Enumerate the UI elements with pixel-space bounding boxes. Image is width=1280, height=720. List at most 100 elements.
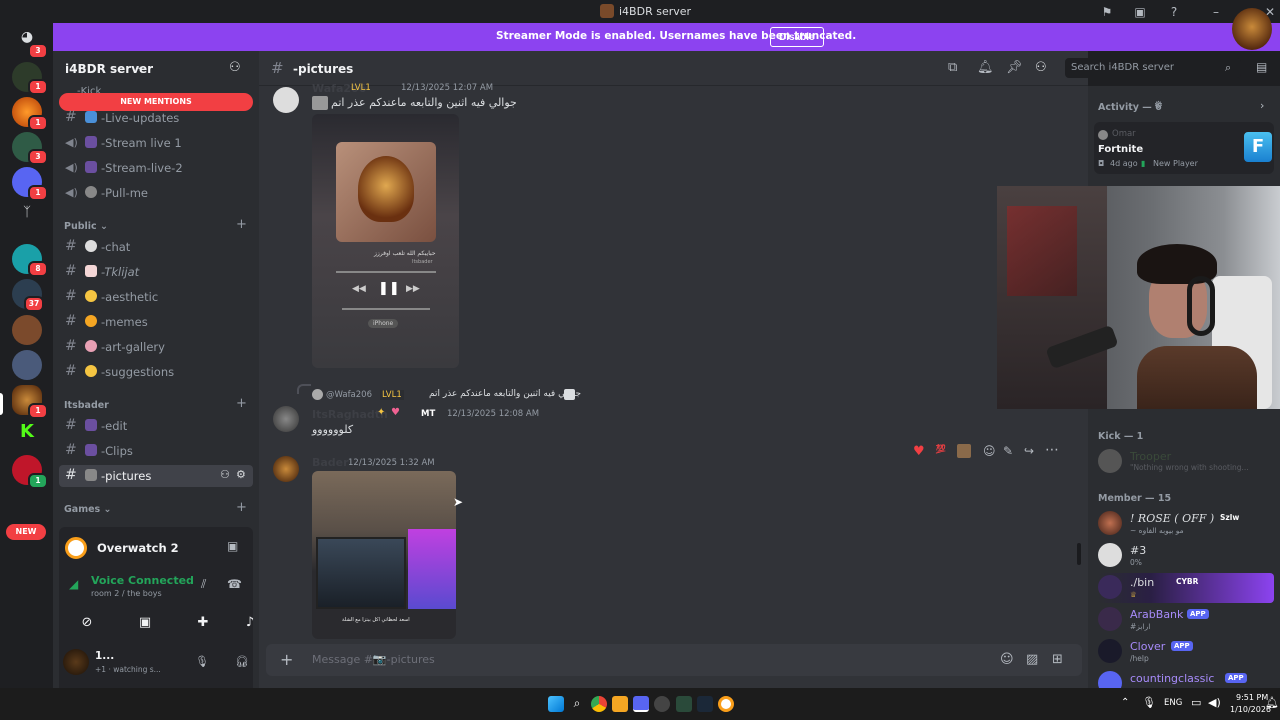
- inbox-icon[interactable]: ⚑: [1100, 5, 1114, 19]
- microphone-icon[interactable]: 🎙︎: [1142, 696, 1156, 709]
- forward-icon[interactable]: ↪: [1024, 444, 1034, 458]
- message-input[interactable]: Message #📷-pictures: [312, 653, 435, 666]
- add-attachment-icon[interactable]: +: [280, 650, 293, 669]
- member-item[interactable]: ./bin CYBR ♕: [1098, 573, 1274, 603]
- channel-chat[interactable]: # -chat: [59, 236, 253, 258]
- reply-text[interactable]: جوالي فيه اثنين والتابعه ماعندكم عذر اتم: [429, 389, 581, 399]
- add-reaction-icon[interactable]: ☺: [983, 444, 996, 458]
- clock-time[interactable]: 9:51 PM: [1236, 693, 1268, 702]
- camera-off-icon[interactable]: ⊘: [67, 611, 107, 635]
- channel-stream-live-1[interactable]: ◀) -Stream live 1: [59, 132, 253, 154]
- disconnect-icon[interactable]: ☎: [227, 577, 242, 591]
- member-item[interactable]: ArabBank APP #ارابز: [1098, 605, 1278, 635]
- invite-icon[interactable]: ⚇: [220, 468, 230, 481]
- notification-icon[interactable]: 🔔︎: [1265, 696, 1279, 709]
- chevron-up-icon[interactable]: ⌃: [1121, 697, 1129, 708]
- chevron-right-icon[interactable]: ›: [1260, 99, 1264, 112]
- gear-icon[interactable]: ⚙: [1154, 100, 1163, 111]
- image-icon[interactable]: ▨: [1026, 652, 1038, 667]
- screen-share-icon[interactable]: ▣: [227, 539, 238, 553]
- channel-pictures[interactable]: # -pictures ⚇ ⚙: [59, 465, 253, 487]
- server-icon[interactable]: [12, 315, 42, 345]
- channel-suggestions[interactable]: # -suggestions: [59, 361, 253, 383]
- gear-icon[interactable]: ⚙: [236, 468, 246, 481]
- category-itsbader[interactable]: Itsbader: [64, 400, 109, 411]
- channel-live-updates[interactable]: # -Live-updates: [59, 107, 253, 129]
- channel-aesthetic[interactable]: # -aesthetic: [59, 286, 253, 308]
- discord-icon[interactable]: [633, 696, 649, 712]
- new-pill[interactable]: NEW: [6, 524, 46, 540]
- add-channel-icon[interactable]: +: [236, 396, 247, 411]
- volume-icon[interactable]: ◀): [1208, 696, 1221, 709]
- channel-emoji-icon: [85, 136, 97, 148]
- inbox-icon[interactable]: ▤: [1256, 60, 1267, 74]
- disable-button[interactable]: Disable: [770, 27, 824, 47]
- channel-memes[interactable]: # -memes: [59, 311, 253, 333]
- chrome-icon[interactable]: [591, 696, 607, 712]
- message-composer[interactable]: + Message #📷-pictures ☺ ▨ ⊞: [266, 644, 1082, 676]
- member-item[interactable]: ! ROSE ( OFF ) Szlw ~ مو بيوبه الفاوه: [1098, 509, 1278, 539]
- avatar[interactable]: [273, 456, 299, 482]
- server-icon[interactable]: ᛉ: [12, 205, 42, 235]
- member-item[interactable]: #3 0%: [1098, 541, 1278, 571]
- bell-icon[interactable]: 🔔︎: [977, 60, 994, 75]
- voice-room[interactable]: room 2 / the boys: [91, 589, 162, 598]
- activity-card[interactable]: Overwatch 2 ▣: [59, 527, 253, 571]
- username[interactable]: Bader: [312, 456, 349, 469]
- members-icon[interactable]: ⚇: [1035, 60, 1047, 75]
- apps-icon[interactable]: ⊞: [1052, 652, 1063, 667]
- avatar[interactable]: [273, 87, 299, 113]
- scrollbar[interactable]: [1077, 543, 1081, 565]
- edit-icon[interactable]: ✎: [1003, 444, 1013, 458]
- windows-start-icon[interactable]: [548, 696, 564, 712]
- steam-icon[interactable]: [697, 696, 713, 712]
- channel-stream-live-2[interactable]: ◀) -Stream-live-2: [59, 157, 253, 179]
- language-indicator[interactable]: ENG: [1164, 698, 1182, 708]
- screen-share-icon[interactable]: ▣: [125, 611, 165, 635]
- member-item[interactable]: Trooper "Nothing wrong with shooting...: [1098, 447, 1278, 477]
- app-icon[interactable]: [654, 696, 670, 712]
- emoji-reaction-icon[interactable]: [957, 444, 971, 458]
- app-icon[interactable]: [676, 696, 692, 712]
- more-icon[interactable]: ⋯: [1045, 442, 1059, 458]
- activities-icon[interactable]: ✚: [183, 611, 223, 635]
- noise-suppression-icon[interactable]: ⫽: [201, 577, 206, 592]
- channel-pull-me[interactable]: ◀) -Pull-me: [59, 182, 253, 204]
- kick-icon[interactable]: K: [12, 421, 42, 451]
- reply-username[interactable]: @Wafa206: [326, 390, 372, 400]
- add-member-icon[interactable]: ⚇: [229, 60, 241, 75]
- category-public[interactable]: Public ⌄: [64, 221, 108, 232]
- microphone-icon[interactable]: 🎙︎: [195, 655, 209, 668]
- heart-reaction-icon[interactable]: ♥: [913, 444, 925, 459]
- add-channel-icon[interactable]: +: [236, 217, 247, 232]
- avatar[interactable]: [63, 649, 89, 675]
- category-games[interactable]: Games ⌄: [64, 504, 112, 515]
- search-input[interactable]: Search i4BDR server ⌕: [1065, 58, 1241, 78]
- image-attachment[interactable]: حبايبكم الله تلعب اوفرزز Itsbader ◀◀ ❚❚ …: [312, 114, 459, 368]
- add-channel-icon[interactable]: +: [236, 500, 247, 515]
- emoji-icon[interactable]: ☺: [1000, 652, 1014, 667]
- search-icon[interactable]: ⌕: [569, 696, 585, 712]
- monitor-icon[interactable]: ▭: [1191, 696, 1201, 709]
- channel-edit[interactable]: # -edit: [59, 415, 253, 437]
- headphones-icon[interactable]: 🎧︎: [235, 655, 249, 668]
- voice-status[interactable]: Voice Connected: [91, 574, 194, 587]
- avatar[interactable]: [273, 406, 299, 432]
- screen-icon[interactable]: ▣: [1133, 5, 1147, 19]
- activity-item[interactable]: Omar Fortnite ◘ 4d ago ▮ New Player F: [1094, 122, 1274, 174]
- pin-icon[interactable]: 📌︎: [1006, 60, 1023, 75]
- member-item[interactable]: Clover APP /help: [1098, 637, 1278, 667]
- hundred-reaction-icon[interactable]: 💯︎: [935, 445, 946, 455]
- overwatch-icon[interactable]: [718, 696, 734, 712]
- help-icon[interactable]: ?: [1167, 5, 1181, 19]
- app-icon[interactable]: [612, 696, 628, 712]
- minimize-icon[interactable]: –: [1209, 5, 1223, 19]
- server-icon[interactable]: [12, 350, 42, 380]
- image-attachment[interactable]: اسعد لحظاتي اكل بيتزا مع الشلة: [312, 471, 456, 639]
- message-text: كلوووووو: [312, 423, 354, 436]
- channel-clips[interactable]: # -Clips: [59, 440, 253, 462]
- threads-icon[interactable]: ⧉: [948, 60, 957, 75]
- channel-art-gallery[interactable]: # -art-gallery: [59, 336, 253, 358]
- server-header[interactable]: i4BDR server ⌄ ⚇: [53, 51, 259, 86]
- channel-tklijat[interactable]: # -Tklijat: [59, 261, 253, 283]
